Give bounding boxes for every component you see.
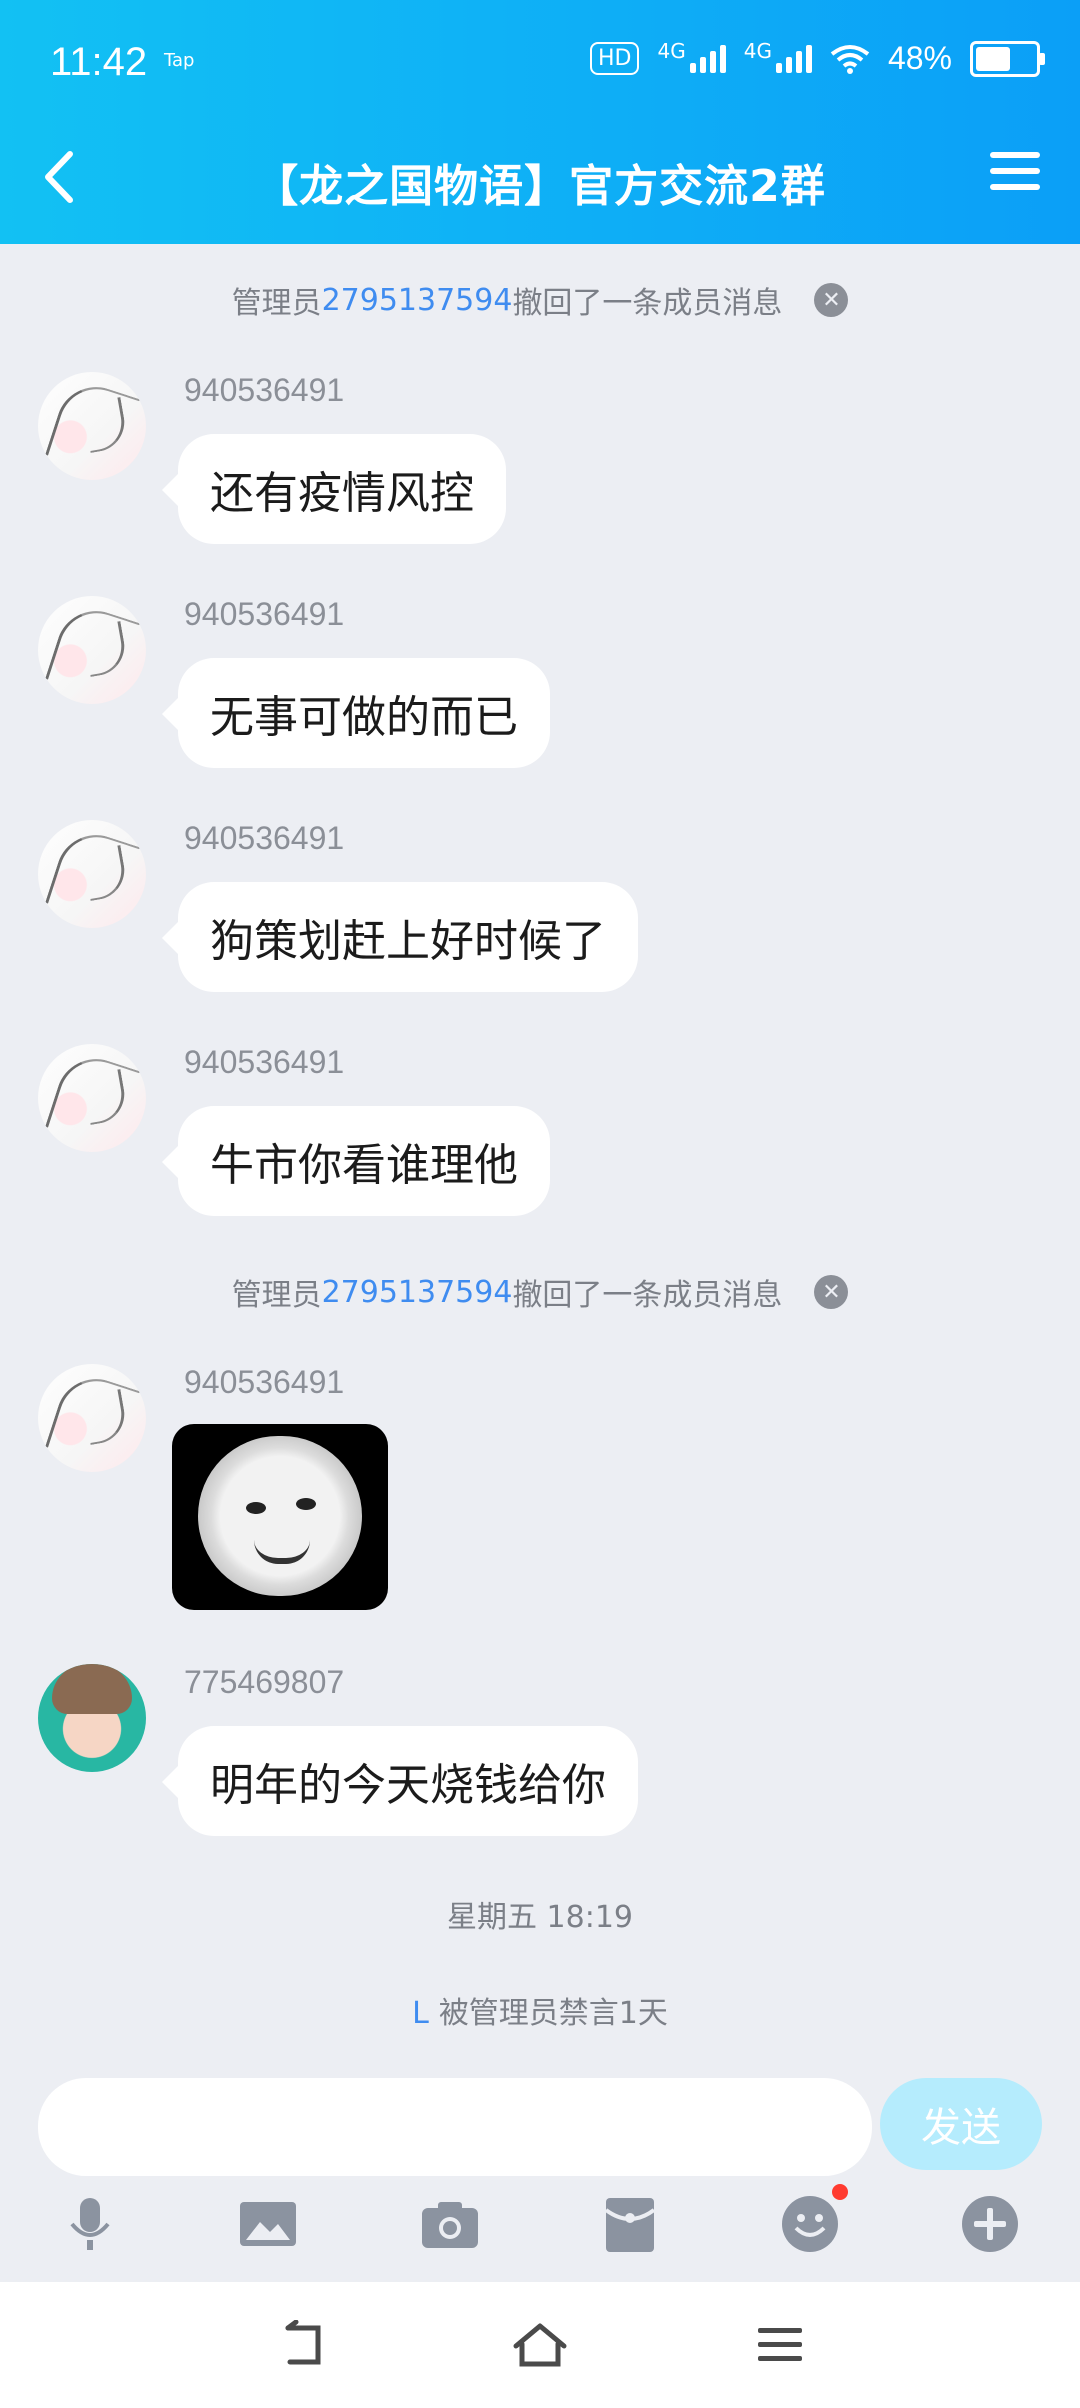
- back-button[interactable]: [40, 150, 80, 204]
- battery-percentage: 48%: [887, 40, 952, 76]
- emoji-icon: [782, 2196, 838, 2252]
- recents-menu-icon: [758, 2328, 802, 2361]
- microphone-icon: [70, 2198, 110, 2250]
- emoji-button[interactable]: [780, 2184, 848, 2254]
- avatar[interactable]: [38, 596, 146, 704]
- chat-title: 【龙之国物语】官方交流2群: [254, 161, 826, 212]
- send-button[interactable]: 发送: [880, 2078, 1042, 2170]
- chevron-left-icon: [45, 151, 73, 203]
- avatar[interactable]: [38, 820, 146, 928]
- system-navigation-bar: [0, 2282, 1080, 2408]
- sender-name: 940536491: [184, 820, 345, 856]
- wifi-icon: [830, 44, 870, 74]
- message-bubble[interactable]: 狗策划赶上好时候了: [162, 882, 638, 992]
- mute-text: 被管理员禁言1天: [438, 1996, 668, 2031]
- recall-prefix: 管理员: [231, 1278, 322, 1313]
- nav-home-button[interactable]: [510, 2320, 570, 2370]
- status-tap-label: Tap: [164, 50, 195, 71]
- message-bubble[interactable]: 明年的今天烧钱给你: [162, 1726, 638, 1836]
- battery-icon: [970, 40, 1045, 77]
- message-bubble[interactable]: 无事可做的而已: [162, 658, 550, 768]
- avatar[interactable]: [38, 1664, 146, 1772]
- sender-name: 775469807: [184, 1664, 345, 1700]
- red-packet-button[interactable]: [600, 2194, 660, 2254]
- close-icon[interactable]: ✕: [814, 283, 849, 317]
- muted-user-link[interactable]: L: [412, 1996, 429, 2031]
- camera-button[interactable]: [420, 2194, 480, 2254]
- signal-2-icon: 4G: [744, 39, 812, 73]
- network-type-1: 4G: [657, 38, 686, 63]
- recall-suffix: 撤回了一条成员消息: [512, 1278, 783, 1313]
- sender-name: 940536491: [184, 1364, 345, 1400]
- mute-notice: L 被管理员禁言1天: [0, 1988, 1080, 2032]
- close-icon[interactable]: ✕: [814, 1275, 849, 1309]
- message-input[interactable]: [38, 2078, 872, 2176]
- hamburger-menu-icon: [990, 152, 1040, 158]
- avatar[interactable]: [38, 1364, 146, 1472]
- red-packet-icon: [604, 2198, 656, 2252]
- microphone-button[interactable]: [60, 2194, 120, 2254]
- hd-indicator: HD: [590, 42, 640, 75]
- image-button[interactable]: [238, 2194, 298, 2254]
- recall-notice: 管理员 2795137594 撤回了一条成员消息 ✕: [0, 278, 1080, 322]
- message-bubble[interactable]: 还有疫情风控: [162, 434, 506, 544]
- home-icon: [513, 2323, 567, 2367]
- admin-id-link[interactable]: 2795137594: [322, 1275, 513, 1310]
- plus-icon: [962, 2196, 1018, 2252]
- status-time: 11:42: [50, 40, 148, 84]
- recall-suffix: 撤回了一条成员消息: [512, 286, 783, 321]
- image-icon: [240, 2202, 296, 2246]
- notification-dot: [832, 2184, 848, 2200]
- avatar[interactable]: [38, 372, 146, 480]
- recall-prefix: 管理员: [231, 286, 322, 321]
- plus-button[interactable]: [960, 2194, 1020, 2254]
- avatar[interactable]: [38, 1044, 146, 1152]
- sticker-image[interactable]: [172, 1424, 388, 1610]
- network-type-2: 4G: [743, 38, 772, 63]
- back-arrow-icon: [285, 2319, 321, 2365]
- app-header: 11:42 Tap HD 4G 4G 48% 【龙之国物语】官方交流2群: [0, 0, 1080, 244]
- message-bubble[interactable]: 牛市你看谁理他: [162, 1106, 550, 1216]
- status-bar-right: HD 4G 4G 48%: [590, 39, 1045, 77]
- nav-back-button[interactable]: [272, 2319, 332, 2370]
- nav-recents-button[interactable]: [752, 2320, 812, 2370]
- signal-1-icon: 4G: [657, 39, 726, 73]
- timestamp: 星期五 18:19: [447, 1900, 633, 1935]
- recall-notice: 管理员 2795137594 撤回了一条成员消息 ✕: [0, 1270, 1080, 1314]
- sender-name: 940536491: [184, 1044, 345, 1080]
- camera-icon: [422, 2202, 478, 2248]
- sender-name: 940536491: [184, 372, 345, 408]
- chat-toolbar: [0, 2184, 1080, 2274]
- admin-id-link[interactable]: 2795137594: [322, 283, 513, 318]
- menu-button[interactable]: [990, 152, 1040, 194]
- sender-name: 940536491: [184, 596, 345, 632]
